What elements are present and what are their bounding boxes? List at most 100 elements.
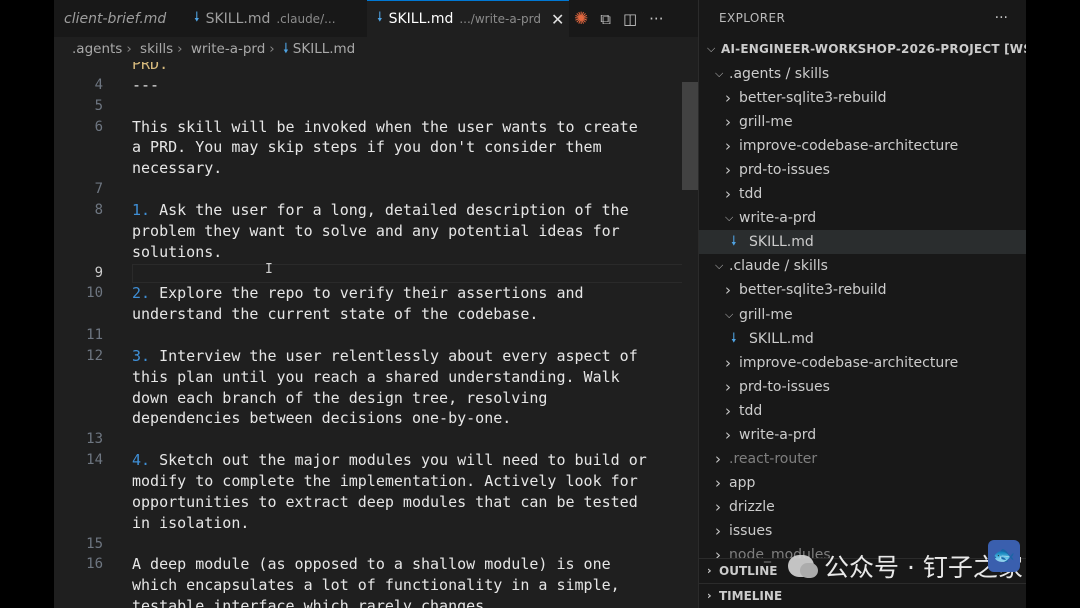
code-editor[interactable]: PRD. 4 --- 5 6 This skill will be invoked whe… bbox=[54, 62, 698, 608]
line-number: 12 bbox=[86, 347, 103, 364]
workspace-root-label: AI-ENGINEER-WORKSHOP-2026-PROJECT [WSL: … bbox=[721, 42, 1026, 56]
tree-item-label: prd-to-issues bbox=[739, 378, 830, 395]
tree-folder[interactable]: › improve-codebase-architecture bbox=[699, 351, 1026, 375]
line-text: PRD. bbox=[132, 62, 169, 73]
tree-folder[interactable]: › improve-codebase-architecture bbox=[699, 134, 1026, 158]
split-editor-icon[interactable]: ◫ bbox=[623, 10, 637, 28]
code-line: 13 bbox=[54, 429, 698, 450]
more-actions-icon[interactable]: ··· bbox=[995, 0, 1008, 37]
tab-claude-skill[interactable]: 🠗 SKILL.md .claude/... bbox=[184, 0, 360, 37]
workspace-root[interactable]: ⌵ AI-ENGINEER-WORKSHOP-2026-PROJECT [WSL… bbox=[699, 37, 1026, 61]
line-text: opportunities to extract deep modules th… bbox=[132, 492, 638, 511]
close-icon[interactable]: ✕ bbox=[551, 10, 564, 29]
breadcrumb-item[interactable]: SKILL.md bbox=[293, 41, 355, 57]
tree-item-label: tdd bbox=[739, 402, 763, 419]
line-number: 14 bbox=[86, 452, 103, 469]
tree-item-label: app bbox=[729, 474, 756, 491]
tree-folder[interactable]: › better-sqlite3-rebuild bbox=[699, 86, 1026, 110]
line-text: in isolation. bbox=[132, 513, 250, 532]
code-line: 14 4. Sketch out the major modules you wi… bbox=[54, 450, 698, 471]
tree-item-label: improve-codebase-architecture bbox=[739, 138, 959, 155]
tree-item-label: issues bbox=[729, 522, 773, 539]
chevron-right-icon: › bbox=[725, 113, 731, 132]
list-marker: 3. bbox=[132, 346, 151, 365]
line-content: Explore the repo to verify their asserti… bbox=[150, 284, 584, 303]
tree-folder[interactable]: › tdd bbox=[699, 399, 1026, 423]
code-line: 10 2. Explore the repo to verify their as… bbox=[54, 283, 698, 304]
wechat-icon bbox=[788, 555, 818, 578]
breadcrumb-item[interactable]: skills bbox=[140, 41, 173, 57]
tab-bar: client-brief.md 🠗 SKILL.md .claude/... 🠗… bbox=[54, 0, 698, 37]
tree-folder[interactable]: ⌵ grill-me bbox=[699, 303, 1026, 327]
chevron-right-icon: › bbox=[725, 185, 731, 204]
code-line: a PRD. You may skip steps if you don't c… bbox=[54, 137, 698, 158]
tree-item-label: better-sqlite3-rebuild bbox=[739, 282, 887, 299]
tab-description: .claude/... bbox=[276, 11, 336, 26]
line-text: down each branch of the design tree, res… bbox=[132, 388, 548, 407]
line-text: solutions. bbox=[132, 242, 223, 261]
tab-write-a-prd-skill[interactable]: 🠗 SKILL.md .../write-a-prd ✕ bbox=[367, 0, 569, 37]
claude-spark-icon[interactable]: ✺ bbox=[574, 9, 588, 29]
line-number: 13 bbox=[86, 431, 103, 448]
tree-item-label: .claude / skills bbox=[729, 258, 828, 275]
code-line: 7 bbox=[54, 179, 698, 200]
tree-folder[interactable]: › write-a-prd bbox=[699, 423, 1026, 447]
tree-file[interactable]: 🠗 SKILL.md bbox=[699, 230, 1026, 255]
chevron-right-icon: › bbox=[177, 41, 183, 57]
open-preview-icon[interactable]: ⧉ bbox=[600, 10, 611, 28]
code-line: in isolation. bbox=[54, 513, 698, 534]
avatar: 🐟 bbox=[988, 540, 1020, 572]
line-content: Interview the user relentlessly about ev… bbox=[150, 346, 638, 365]
chevron-right-icon: › bbox=[126, 41, 132, 57]
chevron-right-icon: › bbox=[715, 521, 721, 540]
code-line: 12 3. Interview the user relentlessly abo… bbox=[54, 346, 698, 367]
breadcrumb-item[interactable]: .agents bbox=[72, 41, 122, 57]
code-line: 16 A deep module (as opposed to a shallow… bbox=[54, 554, 698, 575]
line-number: 9 bbox=[94, 264, 103, 281]
line-text: a PRD. You may skip steps if you don't c… bbox=[132, 138, 602, 157]
breadcrumb: .agents › skills › write-a-prd › 🠗 SKILL.md bbox=[54, 37, 698, 62]
more-actions-icon[interactable]: ··· bbox=[649, 10, 663, 28]
text-cursor-icon: I bbox=[265, 262, 273, 277]
code-line: down each branch of the design tree, res… bbox=[54, 388, 698, 409]
line-number: 15 bbox=[86, 535, 103, 552]
tab-description: .../write-a-prd bbox=[459, 12, 541, 26]
tree-folder[interactable]: › grill-me bbox=[699, 110, 1026, 134]
tree-folder[interactable]: › better-sqlite3-rebuild bbox=[699, 278, 1026, 302]
tree-folder[interactable]: ⌵ .agents / skills bbox=[699, 62, 1026, 86]
tree-folder[interactable]: ⌵ .claude / skills bbox=[699, 254, 1026, 278]
timeline-section[interactable]: › TIMELINE bbox=[699, 583, 1026, 608]
markdown-icon: 🠗 bbox=[377, 10, 383, 25]
tree-folder[interactable]: › tdd bbox=[699, 182, 1026, 206]
tree-folder[interactable]: › prd-to-issues bbox=[699, 158, 1026, 182]
line-text: understand the current state of the code… bbox=[132, 305, 539, 324]
code-line: problem they want to solve and any poten… bbox=[54, 221, 698, 242]
line-number: 6 bbox=[94, 118, 103, 135]
tree-folder[interactable]: › .react-router bbox=[699, 447, 1026, 471]
tree-folder[interactable]: ⌵ write-a-prd bbox=[699, 206, 1026, 230]
explorer-panel: EXPLORER ··· ⌵ AI-ENGINEER-WORKSHOP-2026… bbox=[698, 0, 1026, 608]
breadcrumb-item[interactable]: write-a-prd bbox=[191, 41, 265, 57]
chevron-right-icon: › bbox=[725, 281, 731, 300]
tree-item-label: prd-to-issues bbox=[739, 162, 830, 179]
chevron-down-icon: ⌵ bbox=[715, 67, 724, 80]
tree-folder[interactable]: › prd-to-issues bbox=[699, 375, 1026, 399]
line-number: 8 bbox=[94, 201, 103, 218]
chevron-right-icon: › bbox=[725, 353, 731, 372]
tree-item-label: better-sqlite3-rebuild bbox=[739, 90, 887, 107]
tree-folder[interactable]: › issues bbox=[699, 519, 1026, 543]
chevron-right-icon: › bbox=[725, 137, 731, 156]
chevron-right-icon: › bbox=[715, 497, 721, 516]
chevron-down-icon: ⌵ bbox=[715, 259, 724, 273]
tree-folder[interactable]: › drizzle bbox=[699, 495, 1026, 519]
code-line: understand the current state of the code… bbox=[54, 304, 698, 325]
line-content: Ask the user for a long, detailed descri… bbox=[150, 200, 629, 219]
tree-item-label: grill-me bbox=[739, 114, 793, 131]
chevron-right-icon: › bbox=[725, 377, 731, 396]
tree-file[interactable]: 🠗 SKILL.md bbox=[699, 327, 1026, 351]
markdown-icon: 🠗 bbox=[731, 234, 737, 250]
editor-scrollbar-thumb[interactable] bbox=[682, 82, 698, 190]
tab-client-brief[interactable]: client-brief.md bbox=[54, 0, 178, 37]
tab-label: client-brief.md bbox=[64, 10, 167, 27]
tree-folder[interactable]: › app bbox=[699, 471, 1026, 495]
